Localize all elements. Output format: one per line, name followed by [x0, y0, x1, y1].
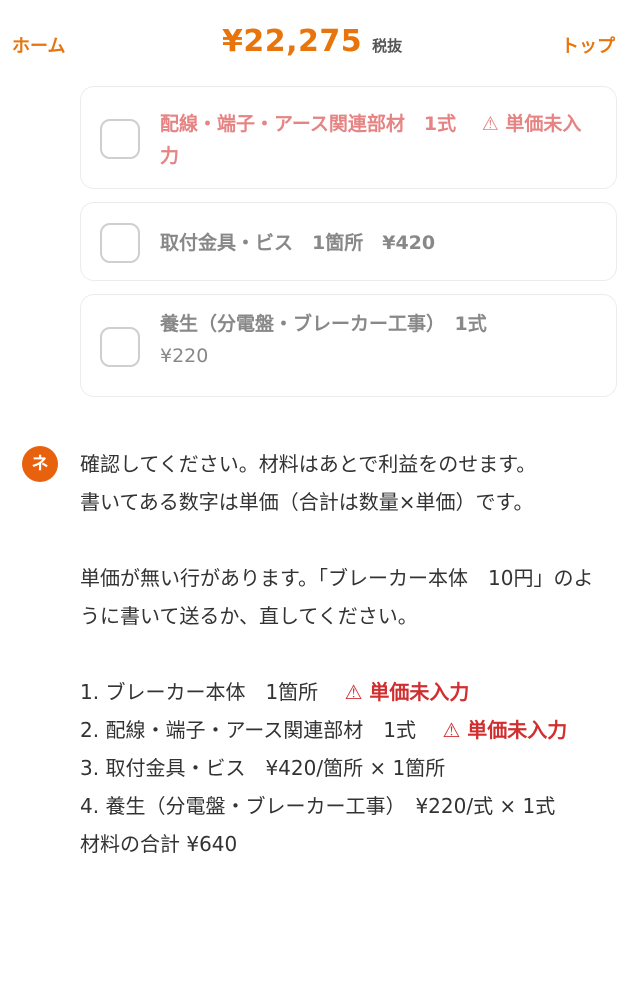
list-item-warning: ⚠ 単価未入力 — [344, 680, 470, 704]
item-card[interactable]: 養生（分電盤・ブレーカー工事） 1式 ¥220 — [80, 294, 617, 397]
item-card[interactable]: 配線・端子・アース関連部材 1式 ⚠ 単価未入力 — [80, 86, 617, 189]
list-item-warning: ⚠ 単価未入力 — [442, 718, 568, 742]
home-link[interactable]: ホーム — [12, 32, 65, 58]
message-line: 単価が無い行があります。「ブレーカー本体 10円」のように書いて送るか、直してく… — [80, 566, 594, 628]
item-price: ¥220 — [160, 345, 209, 367]
item-label: 養生（分電盤・ブレーカー工事） 1式 ¥220 — [160, 308, 600, 372]
total-amount: ¥22,275 — [222, 24, 363, 59]
top-link[interactable]: トップ — [561, 32, 615, 58]
item-name: 養生（分電盤・ブレーカー工事） 1式 — [160, 313, 487, 335]
total-display: ¥22,275 税抜 — [222, 24, 402, 59]
item-name: 取付金具・ビス 1箇所 ¥420 — [160, 232, 436, 254]
list-item: 2. 配線・端子・アース関連部材 1式 ⚠ 単価未入力 — [80, 711, 610, 749]
header: ホーム ¥22,275 税抜 トップ — [0, 0, 625, 86]
item-checkbox[interactable] — [100, 223, 140, 263]
item-checkbox[interactable] — [100, 327, 140, 367]
list-item: 1. ブレーカー本体 1箇所 ⚠ 単価未入力 — [80, 673, 610, 711]
material-total: 材料の合計 ¥640 — [80, 832, 238, 856]
message-line: 書いてある数字は単価（合計は数量×単価）です。 — [80, 490, 534, 514]
item-label: 取付金具・ビス 1箇所 ¥420 — [160, 227, 600, 259]
item-name: 配線・端子・アース関連部材 1式 — [160, 113, 457, 135]
assistant-avatar: ネ — [22, 446, 58, 482]
list-item-text: 2. 配線・端子・アース関連部材 1式 — [80, 718, 436, 742]
item-checkbox[interactable] — [100, 119, 140, 159]
list-item: 3. 取付金具・ビス ¥420/箇所 × 1箇所 — [80, 756, 446, 780]
message-line: 確認してください。材料はあとで利益をのせます。 — [80, 452, 537, 476]
item-label: 配線・端子・アース関連部材 1式 ⚠ 単価未入力 — [160, 108, 600, 172]
item-card[interactable]: 取付金具・ビス 1箇所 ¥420 — [80, 202, 617, 281]
assistant-message: 確認してください。材料はあとで利益をのせます。 書いてある数字は単価（合計は数量… — [80, 445, 610, 863]
list-item-text: 1. ブレーカー本体 1箇所 — [80, 680, 339, 704]
total-tax-label: 税抜 — [372, 37, 403, 55]
list-item: 4. 養生（分電盤・ブレーカー工事） ¥220/式 × 1式 — [80, 794, 556, 818]
